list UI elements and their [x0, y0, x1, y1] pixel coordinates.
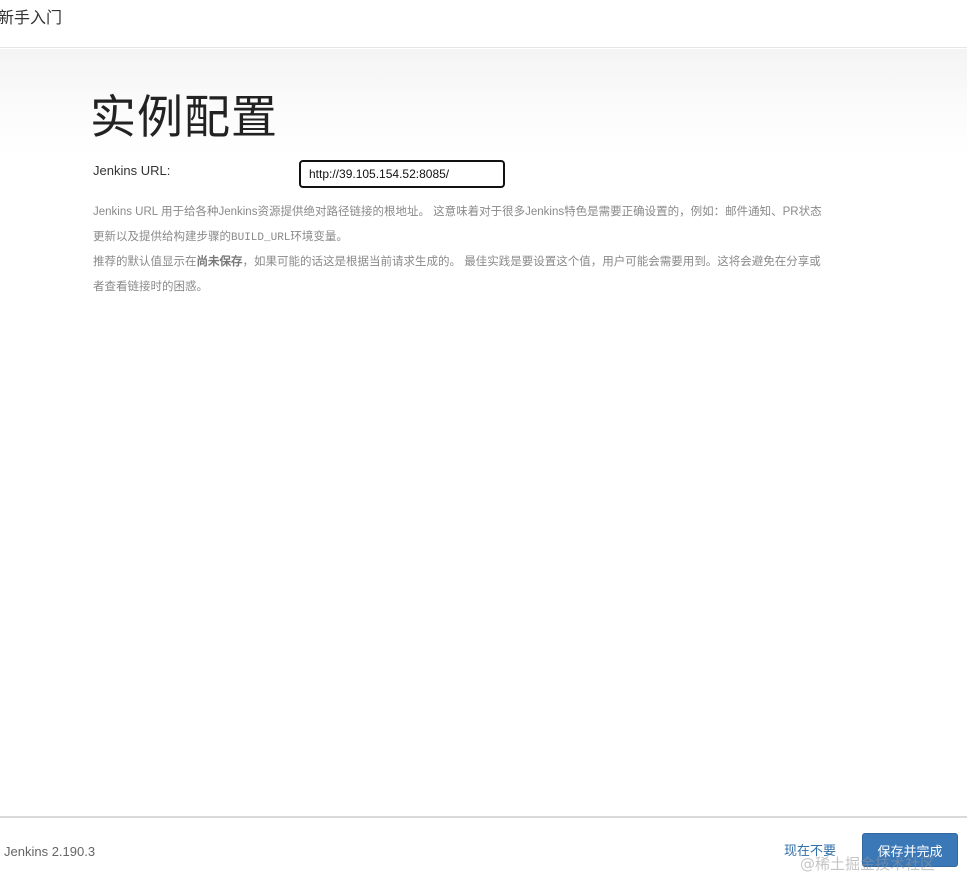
- main-content: 实例配置 Jenkins URL: Jenkins URL 用于给各种Jenki…: [0, 49, 967, 816]
- help-p2-end: 者查看链接时的困惑。: [93, 280, 208, 293]
- help-p1-line1: Jenkins URL 用于给各种Jenkins资源提供绝对路径链接的根地址。 …: [93, 206, 822, 218]
- help-paragraph-2: 推荐的默认值显示在尚未保存，如果可能的话这是根据当前请求生成的。 最佳实践是要设…: [93, 250, 863, 299]
- skip-button[interactable]: 现在不要: [784, 840, 836, 859]
- top-header: 新手入门: [0, 0, 967, 48]
- page-title: 实例配置: [90, 90, 278, 144]
- jenkins-url-input[interactable]: [299, 160, 505, 188]
- footer: Jenkins 2.190.3 现在不要 保存并完成 @稀土掘金技术社区: [0, 816, 967, 879]
- help-p1-line2: 更新以及提供给构建步骤的: [93, 230, 231, 243]
- not-saved-text: 尚未保存: [196, 256, 243, 268]
- help-p2-mid: ，如果可能的话这是根据当前请求生成的。 最佳实践是要设置这个值，用户可能会需要用…: [242, 256, 821, 268]
- save-and-finish-button[interactable]: 保存并完成: [862, 833, 958, 867]
- help-p2-start: 推荐的默认值显示在: [93, 256, 197, 268]
- jenkins-url-label: Jenkins URL:: [93, 163, 171, 178]
- build-url-code: BUILD_URL: [231, 231, 291, 244]
- help-text: Jenkins URL 用于给各种Jenkins资源提供绝对路径链接的根地址。 …: [93, 200, 863, 299]
- jenkins-version: Jenkins 2.190.3: [4, 844, 96, 859]
- help-p1-line2-end: 环境变量。: [290, 230, 348, 243]
- help-paragraph-1: Jenkins URL 用于给各种Jenkins资源提供绝对路径链接的根地址。 …: [93, 200, 863, 250]
- header-title: 新手入门: [0, 8, 63, 27]
